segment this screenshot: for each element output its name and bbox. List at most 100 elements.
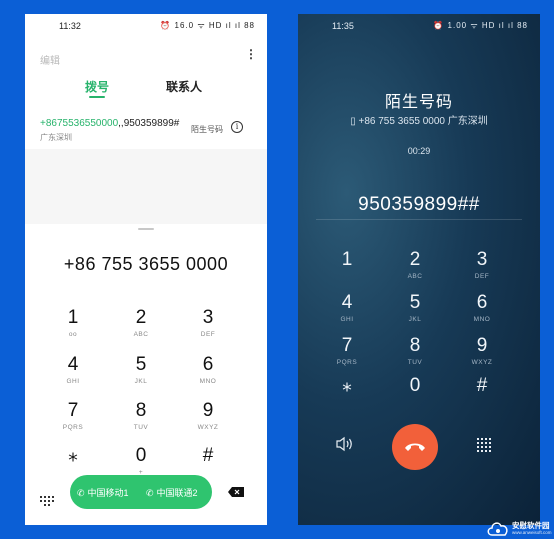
key-letters: GHI xyxy=(66,378,80,385)
status-bar: 11:35 ⏰ 1.00 ᯤ HD ıl ıl 88 xyxy=(298,14,540,36)
key-digit: 5 xyxy=(409,292,421,313)
key-star[interactable]: ⁎ xyxy=(43,446,103,469)
key-digit: 9 xyxy=(202,400,214,421)
key-letters: MNO xyxy=(199,378,217,385)
key-hash[interactable]: # xyxy=(178,446,238,469)
sim2-label: 中国联通2 xyxy=(156,488,198,498)
watermark-url: www.anweisoft.com xyxy=(512,530,552,535)
voicemail-icon: ᴏᴏ xyxy=(68,331,78,338)
caller-name: 陌生号码 xyxy=(384,94,453,111)
key-digit: 7 xyxy=(67,400,79,421)
key-letters: TUV xyxy=(133,424,149,431)
key-digit: 2 xyxy=(409,249,421,270)
key-digit: 7 xyxy=(341,335,353,356)
key-7[interactable]: 7 PQRS xyxy=(317,335,377,367)
key-digit: 6 xyxy=(476,292,488,313)
key-digit: 0 xyxy=(135,445,147,466)
key-hash[interactable]: # xyxy=(452,376,512,399)
status-bar: 11:32 ⏰ 16.0 ᯤ HD ıl ıl 88 xyxy=(25,14,267,36)
key-2[interactable]: 2 ABC xyxy=(385,249,445,281)
sim-card-icon: ▯ xyxy=(350,116,359,127)
key-letters: JKL xyxy=(134,378,148,385)
tab-dial[interactable]: 拨号 xyxy=(85,78,109,95)
call-timer: 00:29 xyxy=(407,146,431,156)
call-sim1-button[interactable]: ✆ 中国移动1 xyxy=(77,486,129,499)
divider xyxy=(316,219,522,220)
key-4[interactable]: 4 GHI xyxy=(317,292,377,324)
key-digit: 1 xyxy=(341,249,353,270)
key-letters: ABC xyxy=(133,331,149,338)
key-digit: 4 xyxy=(341,292,353,313)
hang-up-icon xyxy=(405,443,425,451)
status-icons: ⏰ 1.00 ᯤ HD ıl ıl 88 xyxy=(433,21,528,30)
key-6[interactable]: 6 MNO xyxy=(178,355,238,386)
drag-handle[interactable] xyxy=(138,228,154,230)
key-letters: JKL xyxy=(408,316,422,323)
keypad-grid-icon[interactable] xyxy=(477,438,491,452)
status-time: 11:32 xyxy=(59,21,81,31)
key-5[interactable]: 5 JKL xyxy=(385,292,445,324)
edit-button[interactable]: 编辑 xyxy=(40,52,60,67)
key-letters: DEF xyxy=(474,273,490,280)
key-3[interactable]: 3 DEF xyxy=(452,249,512,281)
key-letters: PQRS xyxy=(336,359,358,366)
hide-keypad-icon[interactable] xyxy=(40,496,54,508)
recent-number-suffix: ,,950359899# xyxy=(118,118,180,129)
active-tab-indicator xyxy=(89,96,105,98)
phone-icon: ✆ xyxy=(146,488,154,498)
key-letters: PQRS xyxy=(62,424,84,431)
recent-call-tag: 陌生号码 xyxy=(191,125,223,134)
recent-call-number[interactable]: +8675536550000,,950359899# xyxy=(40,118,179,129)
key-digit: 4 xyxy=(67,354,79,375)
key-letters: TUV xyxy=(407,359,423,366)
key-letters: WXYZ xyxy=(471,359,493,366)
caller-number-text: +86 755 3655 0000 广东深圳 xyxy=(358,116,488,127)
key-digit: # xyxy=(202,445,214,466)
key-digit: 8 xyxy=(409,335,421,356)
end-call-button[interactable] xyxy=(392,424,438,470)
key-letters: DEF xyxy=(200,331,216,338)
key-digit: # xyxy=(476,375,488,396)
key-1[interactable]: 1 xyxy=(317,250,377,273)
key-4[interactable]: 4 GHI xyxy=(43,354,103,386)
key-0[interactable]: 0 + xyxy=(111,445,171,477)
sim1-label: 中国移动1 xyxy=(87,488,129,498)
key-3[interactable]: 3 DEF xyxy=(178,307,238,339)
key-letters: GHI xyxy=(340,316,354,323)
key-digit: 3 xyxy=(476,249,488,270)
watermark: 安慰软件园 www.anweisoft.com xyxy=(486,518,554,539)
key-digit: 3 xyxy=(202,307,214,328)
tab-contacts[interactable]: 联系人 xyxy=(166,78,202,95)
more-vertical-icon[interactable]: ⋮ xyxy=(245,48,257,60)
key-digit: 0 xyxy=(409,375,421,396)
key-9[interactable]: 9 WXYZ xyxy=(178,400,238,432)
key-letters: ABC xyxy=(407,273,423,280)
key-5[interactable]: 5 JKL xyxy=(111,354,171,386)
key-letters: MNO xyxy=(473,316,491,323)
dtmf-digits: 950359899## xyxy=(358,194,480,215)
caller-number: ▯ +86 755 3655 0000 广东深圳 xyxy=(298,112,540,127)
entered-number: +86 755 3655 0000 xyxy=(63,254,229,274)
cloud-logo-icon xyxy=(487,522,508,536)
in-call-screen: 11:35 ⏰ 1.00 ᯤ HD ıl ıl 88 陌生号码 ▯ +86 75… xyxy=(298,14,540,525)
key-7[interactable]: 7 PQRS xyxy=(43,400,103,432)
key-1[interactable]: 1 ᴏᴏ xyxy=(43,307,103,339)
key-star[interactable]: ⁎ xyxy=(317,376,377,399)
call-sim2-button[interactable]: ✆ 中国联通2 xyxy=(146,486,198,499)
backspace-icon[interactable] xyxy=(228,487,244,497)
key-9[interactable]: 9 WXYZ xyxy=(452,335,512,367)
key-digit: 8 xyxy=(135,400,147,421)
key-digit: ⁎ xyxy=(68,445,78,466)
key-digit: 2 xyxy=(135,307,147,328)
speaker-icon[interactable] xyxy=(336,436,354,452)
key-6[interactable]: 6 MNO xyxy=(452,292,512,324)
key-digit: 9 xyxy=(476,335,488,356)
key-8[interactable]: 8 TUV xyxy=(385,335,445,367)
key-digit: 5 xyxy=(135,354,147,375)
info-icon[interactable]: i xyxy=(231,121,243,133)
status-time: 11:35 xyxy=(332,21,354,31)
key-8[interactable]: 8 TUV xyxy=(111,400,171,432)
key-2[interactable]: 2 ABC xyxy=(111,307,171,339)
key-0[interactable]: 0 xyxy=(385,376,445,399)
key-digit: 1 xyxy=(67,307,79,328)
